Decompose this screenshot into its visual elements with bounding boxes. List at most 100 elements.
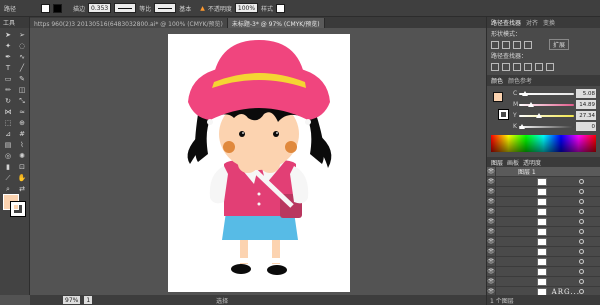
- scale-icon[interactable]: ⤡: [16, 96, 28, 106]
- tab-layers[interactable]: 图层: [491, 158, 503, 167]
- color-channel-k[interactable]: K0: [487, 121, 600, 132]
- visibility-eye-icon[interactable]: 👁: [487, 227, 496, 236]
- visibility-eye-icon[interactable]: 👁: [487, 257, 496, 266]
- rotate-icon[interactable]: ↻: [2, 96, 14, 106]
- target-circle-icon[interactable]: [579, 179, 584, 184]
- target-circle-icon[interactable]: [579, 199, 584, 204]
- brush-definition[interactable]: [154, 3, 177, 13]
- sublayer-row[interactable]: 👁: [487, 247, 600, 257]
- channel-value-field[interactable]: 5.08: [576, 89, 596, 98]
- divide-icon[interactable]: [491, 62, 499, 71]
- layer-row-main[interactable]: 👁 图层 1: [487, 167, 600, 177]
- warp-icon[interactable]: ≈: [16, 107, 28, 117]
- visibility-eye-icon[interactable]: 👁: [487, 267, 496, 276]
- opacity-field[interactable]: 100%: [234, 3, 259, 13]
- intersect-icon[interactable]: [513, 40, 521, 49]
- target-circle-icon[interactable]: [579, 209, 584, 214]
- channel-value-field[interactable]: 14.89: [576, 100, 596, 109]
- blend-icon[interactable]: ◎: [2, 151, 14, 161]
- direct-selection-icon[interactable]: ➢: [16, 30, 28, 40]
- artboard[interactable]: [168, 34, 350, 292]
- stroke-weight-field[interactable]: 0.353: [88, 3, 112, 13]
- visibility-eye-icon[interactable]: 👁: [487, 277, 496, 286]
- channel-value-field[interactable]: 27.34: [576, 111, 596, 120]
- graphic-style-swatch[interactable]: [276, 3, 286, 13]
- visibility-eye-icon[interactable]: 👁: [487, 237, 496, 246]
- tab-document-1[interactable]: https 960(2)3 20130516(6483032800.ai* @ …: [30, 18, 228, 28]
- artboard-icon[interactable]: ⊡: [16, 162, 28, 172]
- curvature-icon[interactable]: ∿: [16, 52, 28, 62]
- channel-track[interactable]: [519, 115, 574, 117]
- eyedropper-icon[interactable]: ⌇: [16, 140, 28, 150]
- target-circle-icon[interactable]: [579, 279, 584, 284]
- target-circle-icon[interactable]: [579, 269, 584, 274]
- channel-slider-knob[interactable]: [519, 124, 525, 129]
- target-circle-icon[interactable]: [579, 229, 584, 234]
- stroke-color-box[interactable]: [10, 201, 26, 217]
- hand-icon[interactable]: ✋: [16, 173, 28, 183]
- fill-swatch[interactable]: [41, 3, 51, 13]
- symbol-sprayer-icon[interactable]: ✺: [16, 151, 28, 161]
- target-circle-icon[interactable]: [579, 239, 584, 244]
- type-icon[interactable]: T: [2, 63, 14, 73]
- sublayer-row[interactable]: 👁: [487, 227, 600, 237]
- target-circle-icon[interactable]: [579, 249, 584, 254]
- tab-transparency[interactable]: 透明度: [523, 158, 541, 167]
- sublayer-row[interactable]: 👁: [487, 197, 600, 207]
- color-channel-y[interactable]: Y 27.34: [487, 110, 600, 121]
- pencil-icon[interactable]: ✏: [2, 85, 14, 95]
- selection-icon[interactable]: ➤: [2, 30, 14, 40]
- free-transform-icon[interactable]: ⬚: [2, 118, 14, 128]
- channel-slider-knob[interactable]: [522, 91, 529, 96]
- zoom-icon[interactable]: ⌕: [2, 184, 14, 194]
- outline-icon[interactable]: [535, 62, 543, 71]
- channel-slider-knob[interactable]: [535, 113, 542, 118]
- warning-icon[interactable]: ▲: [200, 5, 205, 12]
- target-circle-icon[interactable]: [579, 259, 584, 264]
- sublayer-row[interactable]: 👁: [487, 267, 600, 277]
- stroke-swatch[interactable]: [53, 3, 63, 13]
- shape-builder-icon[interactable]: ⊕: [16, 118, 28, 128]
- artboard-page-field[interactable]: 1: [84, 296, 93, 304]
- color-channel-c[interactable]: C 5.08: [487, 88, 600, 99]
- color-spectrum[interactable]: [491, 135, 596, 152]
- visibility-eye-icon[interactable]: 👁: [487, 167, 496, 176]
- perspective-icon[interactable]: ⊿: [2, 129, 14, 139]
- eraser-icon[interactable]: ◫: [16, 85, 28, 95]
- lasso-icon[interactable]: ◌: [16, 41, 28, 51]
- tab-transform[interactable]: 变换: [543, 18, 555, 27]
- channel-slider-knob[interactable]: [528, 102, 535, 107]
- crop-icon[interactable]: [524, 62, 532, 71]
- canvas-area[interactable]: [30, 28, 486, 295]
- sublayer-row[interactable]: 👁: [487, 177, 600, 187]
- visibility-eye-icon[interactable]: 👁: [487, 247, 496, 256]
- minus-front-icon[interactable]: [502, 40, 510, 49]
- channel-track[interactable]: [519, 104, 574, 106]
- swap-icon[interactable]: ⇄: [16, 184, 28, 194]
- channel-track[interactable]: [519, 126, 574, 128]
- exclude-icon[interactable]: [524, 40, 532, 49]
- slice-icon[interactable]: ⟋: [2, 173, 14, 183]
- sublayer-row[interactable]: 👁: [487, 277, 600, 287]
- sublayer-row[interactable]: 👁: [487, 187, 600, 197]
- target-circle-icon[interactable]: [579, 219, 584, 224]
- minus-back-icon[interactable]: [546, 62, 554, 71]
- graph-icon[interactable]: ▮: [2, 162, 14, 172]
- zoom-field[interactable]: 97%: [63, 296, 81, 304]
- width-icon[interactable]: ⋈: [2, 107, 14, 117]
- tab-align[interactable]: 对齐: [526, 18, 538, 27]
- sublayer-row[interactable]: 👁: [487, 237, 600, 247]
- rectangle-icon[interactable]: ▭: [2, 74, 14, 84]
- trim-icon[interactable]: [502, 62, 510, 71]
- tab-artboards[interactable]: 画板: [507, 158, 519, 167]
- tab-color[interactable]: 颜色: [491, 76, 503, 85]
- tab-document-2[interactable]: 未标题-3* @ 97% (CMYK/预览): [227, 18, 325, 28]
- sublayer-row[interactable]: 👁: [487, 217, 600, 227]
- gradient-icon[interactable]: ▤: [2, 140, 14, 150]
- visibility-eye-icon[interactable]: 👁: [487, 197, 496, 206]
- target-circle-icon[interactable]: [579, 189, 584, 194]
- expand-button[interactable]: 扩展: [549, 39, 570, 50]
- unite-icon[interactable]: [491, 40, 499, 49]
- variable-width-profile[interactable]: [114, 3, 137, 13]
- paintbrush-icon[interactable]: ✎: [16, 74, 28, 84]
